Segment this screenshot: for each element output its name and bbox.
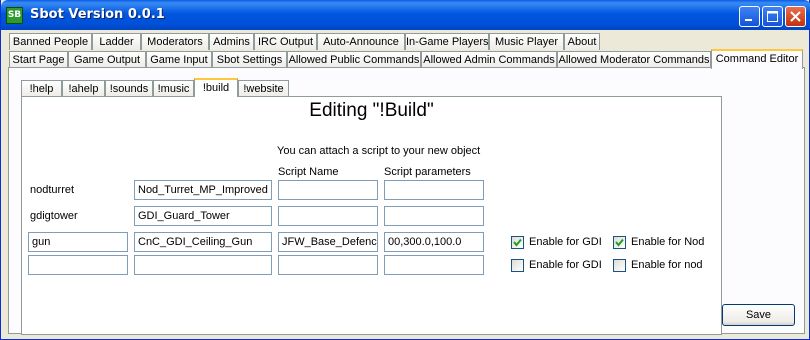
tab-cmd-music[interactable]: !music: [153, 80, 194, 97]
script-params-field[interactable]: [384, 255, 484, 275]
tab-game-output[interactable]: Game Output: [68, 51, 146, 68]
maximize-button[interactable]: [762, 6, 783, 27]
script-params-field[interactable]: [384, 206, 484, 226]
checkmark-icon: [513, 238, 522, 247]
tab-banned-people[interactable]: Banned People: [9, 33, 92, 50]
build-editor: Editing "!Build" You can attach a script…: [21, 96, 722, 335]
command-editor-panel: !help !ahelp !sounds !music !build !webs…: [8, 67, 805, 335]
tab-about[interactable]: About: [564, 33, 600, 50]
tab-cmd-ahelp[interactable]: !ahelp: [62, 80, 105, 97]
title-bar[interactable]: SB Sbot Version 0.0.1: [1, 0, 810, 30]
tab-start-page[interactable]: Start Page: [9, 51, 68, 68]
enable-nod-label: Enable for Nod: [631, 236, 705, 248]
enable-gdi-label: Enable for GDI: [529, 259, 602, 271]
enable-nod-checkbox[interactable]: [613, 236, 626, 249]
enable-gdi-checkbox[interactable]: [511, 236, 524, 249]
tab-allowed-admin-commands[interactable]: Allowed Admin Commands: [421, 51, 557, 68]
tab-irc-output[interactable]: IRC Output: [254, 33, 317, 50]
editor-hint: You can attach a script to your new obje…: [277, 145, 481, 157]
tab-allowed-public-commands[interactable]: Allowed Public Commands: [287, 51, 421, 68]
tab-music-player[interactable]: Music Player: [489, 33, 564, 50]
enable-gdi-checkbox[interactable]: [511, 259, 524, 272]
tab-cmd-sounds[interactable]: !sounds: [105, 80, 153, 97]
script-name-field[interactable]: [278, 206, 378, 226]
preset-field[interactable]: CnC_GDI_Ceiling_Gun: [134, 232, 272, 252]
tab-allowed-moderator-commands[interactable]: Allowed Moderator Commands: [557, 51, 711, 68]
window-title: Sbot Version 0.0.1: [30, 7, 165, 22]
tab-moderators[interactable]: Moderators: [141, 33, 209, 50]
command-field[interactable]: gun: [28, 232, 128, 252]
main-window: SB Sbot Version 0.0.1 Banned People Ladd…: [0, 0, 810, 340]
command-field[interactable]: [28, 255, 128, 275]
tab-in-game-players[interactable]: In-Game Players: [405, 33, 489, 50]
script-params-field[interactable]: [384, 180, 484, 200]
tab-game-input[interactable]: Game Input: [146, 51, 212, 68]
close-button[interactable]: [785, 6, 806, 27]
script-name-field[interactable]: [278, 255, 378, 275]
command-label: nodturret: [30, 184, 75, 196]
preset-field[interactable]: GDI_Guard_Tower: [134, 206, 272, 226]
tab-auto-announce[interactable]: Auto-Announce: [317, 33, 405, 50]
tab-cmd-help[interactable]: !help: [21, 80, 62, 97]
script-params-field[interactable]: 00,300.0,100.0: [384, 232, 484, 252]
script-name-field[interactable]: JFW_Base_Defenc: [278, 232, 378, 252]
script-params-header: Script parameters: [384, 166, 471, 178]
save-button[interactable]: Save: [722, 304, 795, 326]
maximize-icon: [767, 11, 778, 22]
preset-field[interactable]: Nod_Turret_MP_Improved: [134, 180, 272, 200]
tab-command-editor[interactable]: Command Editor: [711, 49, 803, 69]
close-icon: [790, 11, 801, 22]
command-label: gdigtower: [30, 210, 78, 222]
tab-cmd-build[interactable]: !build: [194, 78, 238, 97]
script-name-header: Script Name: [278, 166, 339, 178]
tab-cmd-website[interactable]: !website: [238, 80, 289, 97]
enable-nod-checkbox[interactable]: [613, 259, 626, 272]
tab-sbot-settings[interactable]: Sbot Settings: [212, 51, 287, 68]
minimize-button[interactable]: [739, 6, 760, 27]
script-name-field[interactable]: [278, 180, 378, 200]
preset-field[interactable]: [134, 255, 272, 275]
editor-heading: Editing "!Build": [309, 100, 434, 121]
enable-nod-label: Enable for nod: [631, 259, 703, 271]
enable-gdi-label: Enable for GDI: [529, 236, 602, 248]
checkmark-icon: [615, 238, 624, 247]
tab-admins[interactable]: Admins: [209, 33, 254, 50]
tab-ladder[interactable]: Ladder: [92, 33, 141, 50]
minimize-icon: [745, 19, 752, 21]
app-icon: SB: [6, 7, 23, 24]
